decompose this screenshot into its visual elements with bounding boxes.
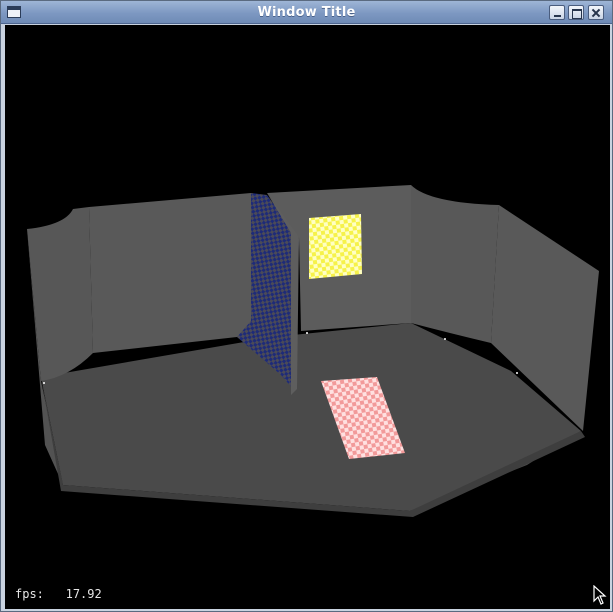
wall-right-curve <box>411 185 499 343</box>
light-marker <box>444 338 446 340</box>
3d-scene <box>27 185 599 517</box>
maximize-button[interactable] <box>568 5 584 20</box>
wall-left-curve <box>27 207 93 381</box>
fps-label: fps: <box>15 587 44 601</box>
app-window: Window Title fps: 17.92 <box>0 0 613 612</box>
mouse-cursor-icon <box>593 585 607 605</box>
minimize-button[interactable] <box>549 5 565 20</box>
light-marker <box>43 382 45 384</box>
light-marker <box>306 332 308 334</box>
window-title: Window Title <box>257 5 356 20</box>
3d-viewport[interactable]: fps: 17.92 <box>5 25 610 609</box>
yellow-texture <box>309 214 362 279</box>
close-button[interactable] <box>588 5 604 20</box>
fps-counter: fps: 17.92 <box>15 587 102 601</box>
title-bar[interactable]: Window Title <box>1 1 612 24</box>
fps-value: 17.92 <box>65 587 102 601</box>
light-marker <box>516 372 518 374</box>
